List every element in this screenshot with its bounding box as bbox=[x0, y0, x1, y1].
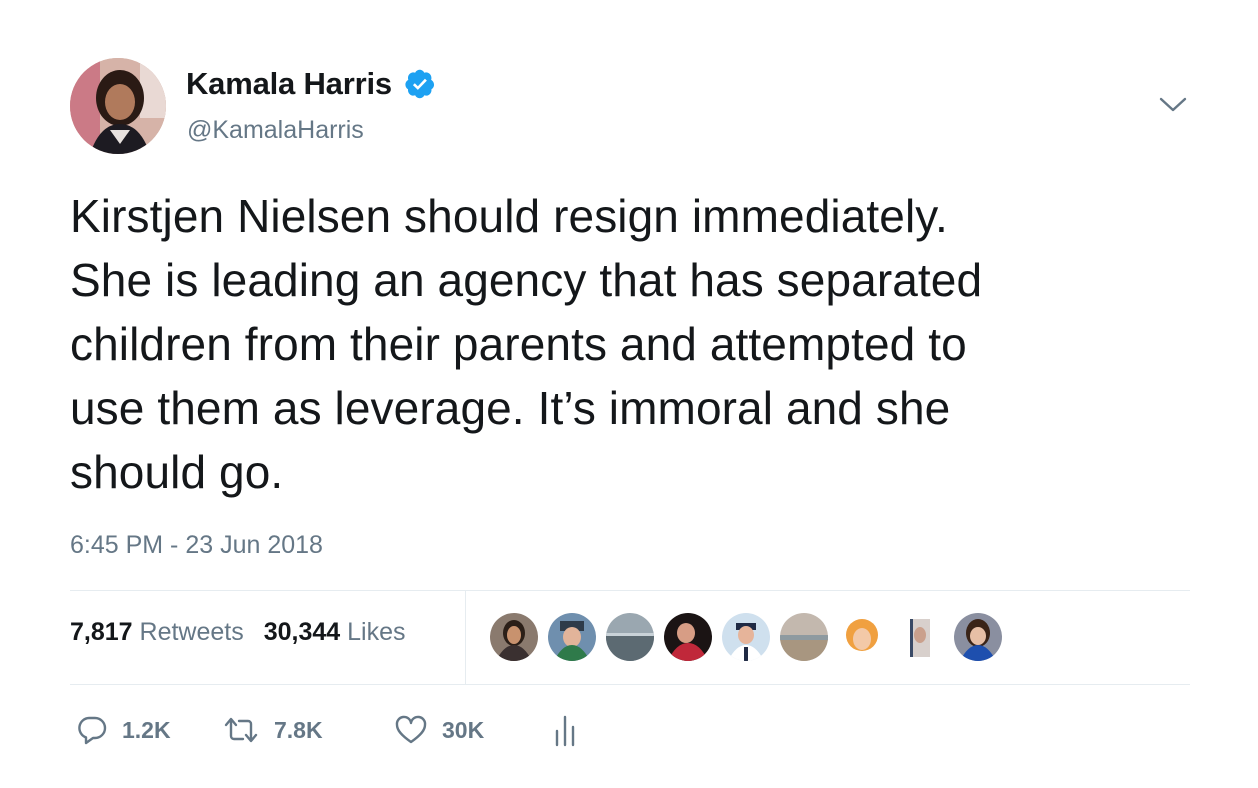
verified-badge-icon bbox=[404, 68, 436, 100]
like-button[interactable]: 30K bbox=[394, 714, 550, 746]
author-handle[interactable]: @KamalaHarris bbox=[187, 116, 364, 145]
divider-bottom bbox=[70, 684, 1190, 685]
author-name-row[interactable]: Kamala Harris bbox=[186, 62, 436, 106]
liker-avatar[interactable] bbox=[548, 613, 596, 661]
liker-avatars bbox=[490, 613, 1012, 661]
action-bar: 1.2K 7.8K 30K bbox=[76, 708, 580, 752]
liker-avatar[interactable] bbox=[664, 613, 712, 661]
author-name[interactable]: Kamala Harris bbox=[186, 66, 392, 102]
author-avatar[interactable] bbox=[70, 58, 166, 154]
likes-label: Likes bbox=[347, 618, 406, 646]
reply-button[interactable]: 1.2K bbox=[76, 714, 222, 746]
liker-avatar[interactable] bbox=[722, 613, 770, 661]
tweet-text: Kirstjen Nielsen should resign immediate… bbox=[70, 190, 983, 498]
liker-avatar[interactable] bbox=[490, 613, 538, 661]
heart-icon bbox=[394, 714, 428, 746]
chevron-down-icon[interactable] bbox=[1158, 93, 1188, 117]
liker-avatar[interactable] bbox=[896, 613, 944, 661]
liker-avatar[interactable] bbox=[954, 613, 1002, 661]
liker-avatar[interactable] bbox=[606, 613, 654, 661]
likes-count: 30,344 bbox=[263, 618, 341, 646]
analytics-button[interactable] bbox=[550, 713, 580, 747]
reply-icon bbox=[76, 714, 108, 746]
likes-stat[interactable]: 30,344 Likes bbox=[264, 618, 406, 647]
retweet-count: 7.8K bbox=[274, 716, 323, 743]
divider-vertical bbox=[465, 591, 466, 684]
reply-count: 1.2K bbox=[122, 716, 171, 743]
retweet-button[interactable]: 7.8K bbox=[222, 714, 394, 746]
tweet-timestamp[interactable]: 6:45 PM - 23 Jun 2018 bbox=[70, 531, 323, 560]
retweets-stat[interactable]: 7,817 Retweets bbox=[70, 618, 244, 647]
retweets-count: 7,817 bbox=[70, 618, 133, 646]
tweet-stats: 7,817 Retweets 30,344 Likes bbox=[70, 618, 426, 647]
retweets-label: Retweets bbox=[139, 618, 244, 646]
liker-avatar[interactable] bbox=[838, 613, 886, 661]
liker-avatar[interactable] bbox=[780, 613, 828, 661]
analytics-icon bbox=[550, 713, 580, 747]
divider-top bbox=[70, 590, 1190, 591]
retweet-icon bbox=[222, 714, 260, 746]
like-count: 30K bbox=[442, 716, 485, 743]
